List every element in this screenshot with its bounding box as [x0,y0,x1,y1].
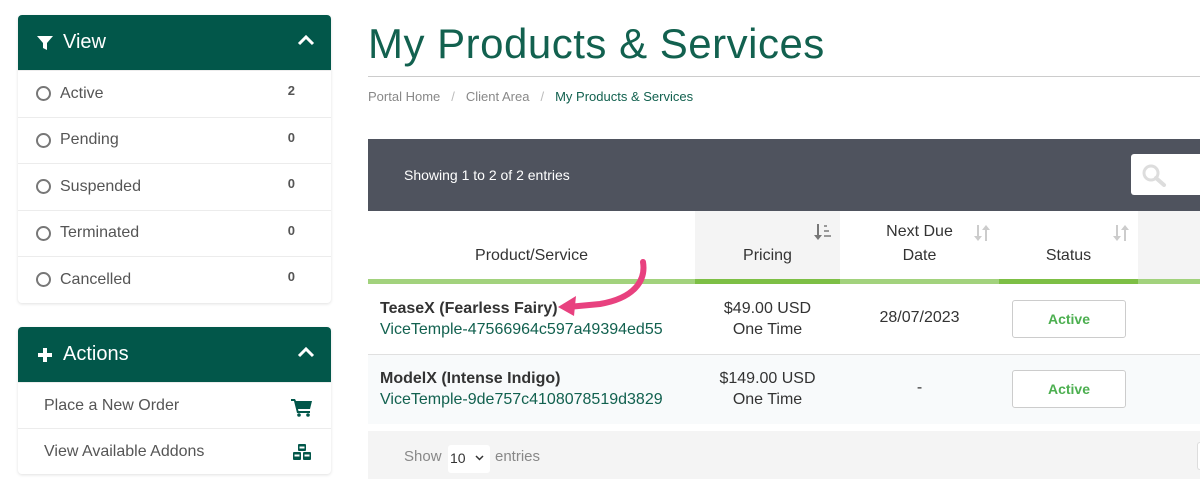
radio-icon[interactable] [36,86,51,102]
actions-panel-title: Actions [63,343,129,365]
title-divider [368,76,1200,77]
actions-panel: Actions Place a New Order View Available… [18,327,331,474]
column-label: Next Due Date [840,220,999,268]
next-due-date: 28/07/2023 [879,309,960,326]
search-icon [1142,164,1166,187]
radio-icon[interactable] [36,225,51,241]
table-footer: Show 10 entries [368,431,1200,479]
product-cell: ModelX (Intense Indigo) ViceTemple-9de75… [380,368,663,410]
breadcrumb-portal-home[interactable]: Portal Home [368,89,440,104]
table-toolbar: Showing 1 to 2 of 2 entries [368,139,1200,211]
column-label-line: Next Due [886,223,953,240]
status-badge[interactable]: Active [1012,370,1126,408]
sort-icon [1113,225,1129,241]
table-row[interactable]: TeaseX (Fearless Fairy) ViceTemple-47566… [368,285,1200,355]
view-item-pending[interactable]: Pending 0 [18,116,331,164]
table-info: Showing 1 to 2 of 2 entries [404,167,570,183]
billing-cycle: One Time [732,391,803,408]
view-item-terminated[interactable]: Terminated 0 [18,209,331,257]
breadcrumb: Portal Home / Client Area / My Products … [368,89,693,104]
price-amount: $49.00 USD [723,300,812,317]
chevron-down-icon [475,455,484,461]
view-item-count: 0 [287,176,295,191]
view-item-count: 0 [287,269,295,284]
page-title: My Products & Services [368,20,825,67]
page-length-value: 10 [450,450,466,466]
column-header-next-due-date[interactable]: Next Due Date [840,211,999,284]
column-underline [1138,279,1200,284]
view-item-count: 2 [287,83,295,98]
action-label: View Available Addons [44,442,205,460]
breadcrumb-current: My Products & Services [555,89,694,104]
cubes-icon [293,444,311,460]
product-domain-link[interactable]: ViceTemple-47566964c597a49394ed55 [380,319,663,340]
column-header-actions [1138,211,1200,284]
product-cell: TeaseX (Fearless Fairy) ViceTemple-47566… [380,298,663,340]
view-item-count: 0 [287,222,295,238]
column-header-status[interactable]: Status [999,211,1138,284]
view-item-suspended[interactable]: Suspended 0 [18,163,331,210]
view-available-addons-link[interactable]: View Available Addons [18,428,331,474]
actions-panel-header[interactable]: Actions [18,327,331,382]
entries-label: entries [495,448,541,465]
table-header: Product/Service Pricing Next Due Date St… [368,211,1200,284]
plus-icon [36,346,54,364]
shopping-cart-icon [291,399,312,417]
column-label: Pricing [743,247,792,264]
column-underline [368,279,695,284]
filter-icon [36,34,54,52]
view-panel-header[interactable]: View [18,15,331,70]
breadcrumb-separator: / [451,89,455,104]
next-due-date: - [916,379,923,396]
sort-descending-icon [814,224,831,240]
pricing-cell: $149.00 USD One Time [695,368,840,410]
product-name: TeaseX (Fearless Fairy) [380,300,558,317]
billing-cycle: One Time [732,321,803,338]
pricing-cell: $49.00 USD One Time [695,298,840,340]
show-label: Show [404,448,442,465]
breadcrumb-separator: / [540,89,545,104]
chevron-up-icon[interactable] [297,33,315,47]
view-item-active[interactable]: Active 2 [18,70,331,117]
product-domain-link[interactable]: ViceTemple-9de757c4108078519d3829 [380,389,663,410]
radio-icon[interactable] [36,132,51,148]
view-item-count: 0 [287,129,295,145]
column-label: Status [1045,247,1092,264]
action-label: Place a New Order [44,396,180,414]
view-item-label: Cancelled [60,270,132,288]
column-underline [695,279,840,284]
view-item-label: Pending [60,131,119,149]
product-name: ModelX (Intense Indigo) [380,370,561,387]
place-new-order-link[interactable]: Place a New Order [18,382,331,428]
column-label: Product/Service [475,247,588,264]
column-header-pricing[interactable]: Pricing [695,211,840,284]
view-panel-title: View [63,31,106,53]
column-underline [840,279,999,284]
view-item-label: Suspended [60,177,141,195]
radio-icon[interactable] [36,179,51,195]
table-row[interactable]: ModelX (Intense Indigo) ViceTemple-9de75… [368,354,1200,424]
page-length-select[interactable]: 10 [448,445,490,473]
column-header-product-service[interactable]: Product/Service [368,211,695,284]
breadcrumb-client-area[interactable]: Client Area [466,89,530,104]
view-item-label: Active [60,84,104,102]
column-label-line: Date [902,247,937,264]
status-badge[interactable]: Active [1012,300,1126,338]
view-filter-panel: View Active 2 Pending 0 Suspended 0 Term… [18,15,331,303]
view-item-label: Terminated [60,224,140,242]
radio-icon[interactable] [36,272,51,288]
chevron-up-icon[interactable] [297,345,315,359]
price-amount: $149.00 USD [719,370,816,387]
table-search-input[interactable] [1131,154,1200,195]
column-underline [999,279,1138,284]
view-item-cancelled[interactable]: Cancelled 0 [18,256,331,303]
